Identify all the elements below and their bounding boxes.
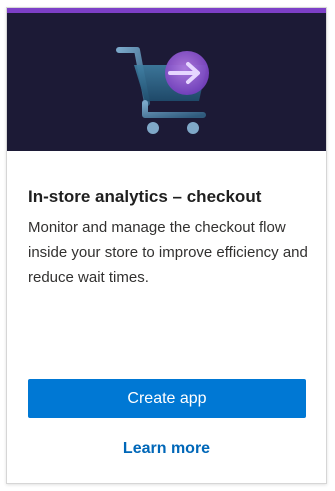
app-template-card: In-store analytics – checkout Monitor an… bbox=[6, 7, 327, 484]
card-hero-banner bbox=[7, 8, 326, 151]
card-description: Monitor and manage the checkout flow ins… bbox=[28, 219, 308, 286]
card-title: In-store analytics – checkout bbox=[28, 187, 262, 206]
shopping-cart-arrow-icon bbox=[116, 47, 209, 134]
create-app-button[interactable]: Create app bbox=[28, 379, 306, 418]
learn-more-link[interactable]: Learn more bbox=[7, 439, 326, 459]
